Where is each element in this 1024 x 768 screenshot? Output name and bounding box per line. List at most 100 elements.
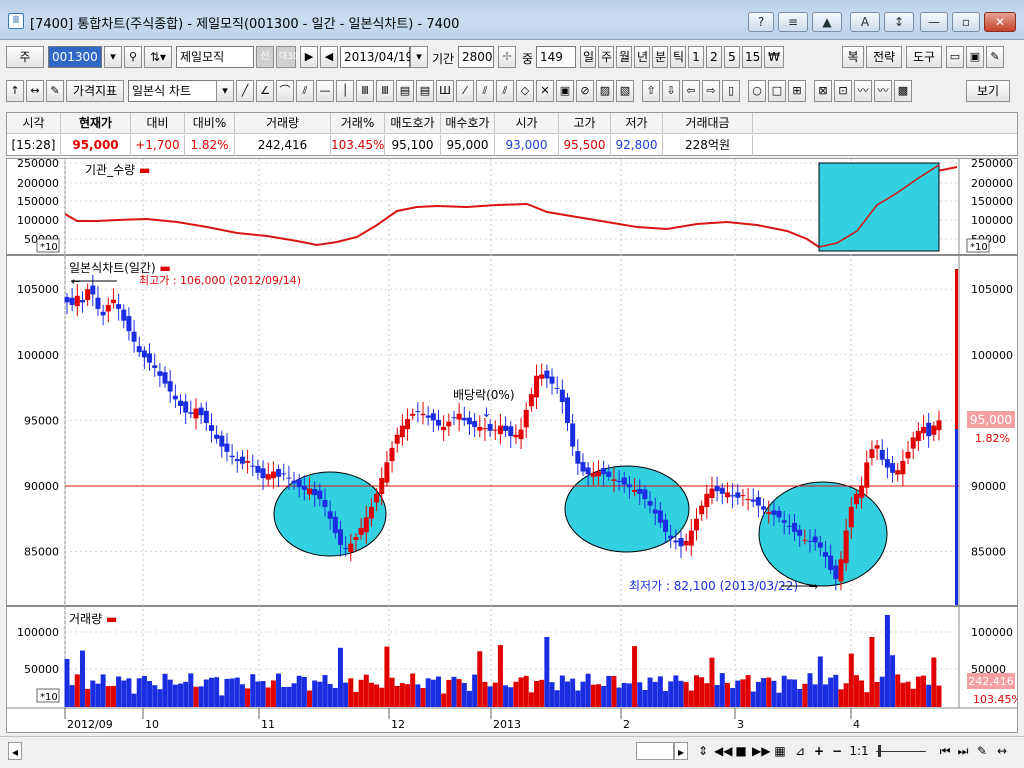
fibo-icon[interactable]: Ⅲ <box>376 80 394 102</box>
volume-bar <box>895 674 901 707</box>
fibo-vertical-icon[interactable]: Ⅲ <box>356 80 374 102</box>
date-input[interactable]: 2013/04/19 <box>340 46 413 68</box>
expand-icon[interactable]: ↔ <box>26 80 44 102</box>
zoom-icon[interactable]: ⊞ <box>788 80 806 102</box>
candle-body <box>208 425 214 431</box>
rewind-icon[interactable]: ◀◀ <box>714 742 732 760</box>
fork-icon[interactable]: Ш <box>436 80 454 102</box>
date-dropdown-icon[interactable]: ▾ <box>410 46 428 68</box>
memo-icon[interactable]: ▯ <box>722 80 740 102</box>
period-input[interactable]: 2800 <box>458 46 494 68</box>
next-arrow-icon[interactable]: ▶ <box>300 46 318 68</box>
prev-arrow-icon[interactable]: ◀ <box>320 46 338 68</box>
folder-icon[interactable]: ▭ <box>946 46 964 68</box>
zoom-out-icon[interactable]: − <box>830 742 844 760</box>
volume-bar <box>110 685 116 707</box>
forward-icon[interactable]: ▶▶ <box>752 742 770 760</box>
code-dropdown-icon[interactable]: ▾ <box>104 46 122 68</box>
close-button[interactable]: ✕ <box>984 12 1016 32</box>
zoom-ratio[interactable]: 1:1 <box>848 742 870 760</box>
minimize-button[interactable]: — <box>920 12 948 32</box>
ray-icon[interactable]: ⁄ <box>456 80 474 102</box>
pin-button[interactable]: ▲ <box>812 12 842 32</box>
grid-icon[interactable]: ▦ <box>772 742 788 760</box>
resize-button[interactable]: ↕ <box>884 12 914 32</box>
color-icon[interactable]: ▣ <box>556 80 574 102</box>
strategy-button[interactable]: 전략 <box>866 46 902 68</box>
interval-button-4[interactable]: 분 <box>652 46 668 68</box>
chart-type-dropdown-icon[interactable]: ▾ <box>216 80 234 102</box>
trendline-icon[interactable]: ╱ <box>236 80 254 102</box>
save-icon[interactable]: ▣ <box>966 46 984 68</box>
interval-button-2[interactable]: 월 <box>616 46 632 68</box>
chart-svg[interactable]: 2012/09 10 11 12 2013 2 3 4 250000 250000 200000 20… <box>7 159 1017 732</box>
angle-icon[interactable]: ∠ <box>256 80 274 102</box>
measure-icon[interactable]: ⊿ <box>792 742 808 760</box>
interval-button-7[interactable]: 2 <box>706 46 722 68</box>
snap-icon[interactable]: ⊡ <box>834 80 852 102</box>
view-button[interactable]: 보기 <box>966 80 1010 102</box>
scroll-track[interactable] <box>636 742 674 760</box>
wave-icon[interactable]: 〰 <box>854 80 872 102</box>
interval-button-10[interactable]: ₩ <box>764 46 784 68</box>
stop-icon[interactable]: ■ <box>734 742 748 760</box>
copy-button[interactable]: 복 <box>842 46 864 68</box>
first-page-icon[interactable]: ⏮ <box>938 742 952 760</box>
pattern-icon[interactable]: ▨ <box>596 80 614 102</box>
rectangle-icon[interactable]: □ <box>768 80 786 102</box>
count-input[interactable]: 149 <box>536 46 576 68</box>
erase-icon[interactable]: ⊘ <box>576 80 594 102</box>
scroll-right-icon[interactable]: ▸ <box>674 742 688 760</box>
diamond-icon[interactable]: ◇ <box>516 80 534 102</box>
arrow-right-icon[interactable]: ⇨ <box>702 80 720 102</box>
maximize-button[interactable]: ▫ <box>952 12 980 32</box>
edit-icon[interactable]: ✎ <box>46 80 64 102</box>
up-icon[interactable]: ↑ <box>6 80 24 102</box>
settings-icon[interactable]: ✎ <box>974 742 990 760</box>
arrow-left-icon[interactable]: ⇦ <box>682 80 700 102</box>
market-type-button[interactable]: 주 <box>6 46 44 68</box>
chart-type-select[interactable]: 일본식 차트 <box>128 80 218 102</box>
stock-code-input[interactable]: 001300 <box>48 46 102 68</box>
zoom-slider[interactable] <box>872 742 930 760</box>
last-page-icon[interactable]: ⏭ <box>956 742 970 760</box>
candle-body <box>755 497 761 506</box>
arrow-down-icon[interactable]: ⇩ <box>662 80 680 102</box>
price-indicator-button[interactable]: 가격지표 <box>66 80 124 102</box>
delete-icon[interactable]: ✕ <box>536 80 554 102</box>
help-button[interactable]: ? <box>748 12 774 32</box>
crosshair-icon[interactable]: ✢ <box>498 46 516 68</box>
interval-button-3[interactable]: 년 <box>634 46 650 68</box>
zoom-in-icon[interactable]: + <box>812 742 826 760</box>
levels-icon[interactable]: ▤ <box>416 80 434 102</box>
grid-icon[interactable]: ▤ <box>396 80 414 102</box>
box-icon[interactable]: ▩ <box>894 80 912 102</box>
tools-button[interactable]: 도구 <box>906 46 942 68</box>
interval-button-6[interactable]: 1 <box>688 46 704 68</box>
scroll-left-icon[interactable]: ◂ <box>8 742 22 760</box>
interval-button-8[interactable]: 5 <box>724 46 740 68</box>
hline-icon[interactable]: — <box>316 80 334 102</box>
channel2-icon[interactable]: ⫽ <box>496 80 514 102</box>
sort-icon[interactable]: ⇅▾ <box>144 46 172 68</box>
split-icon[interactable]: ⇕ <box>696 742 710 760</box>
vline-icon[interactable]: │ <box>336 80 354 102</box>
search-icon[interactable]: ⚲ <box>124 46 142 68</box>
circle-icon[interactable]: ○ <box>748 80 766 102</box>
interval-button-9[interactable]: 15 <box>742 46 762 68</box>
wave2-icon[interactable]: 〰 <box>874 80 892 102</box>
channel-icon[interactable]: ⫽ <box>476 80 494 102</box>
interval-button-0[interactable]: 일 <box>580 46 596 68</box>
font-button[interactable]: A <box>850 12 880 32</box>
interval-button-1[interactable]: 주 <box>598 46 614 68</box>
arc-icon[interactable]: ⌒ <box>276 80 294 102</box>
menu-button[interactable]: ≡ <box>778 12 808 32</box>
chart-area[interactable]: 2012/09 10 11 12 2013 2 3 4 250000 250000 200000 20… <box>6 158 1018 733</box>
pattern2-icon[interactable]: ▧ <box>616 80 634 102</box>
arrow-up-icon[interactable]: ⇧ <box>642 80 660 102</box>
interval-button-5[interactable]: 틱 <box>670 46 686 68</box>
resize-icon[interactable]: ↔ <box>994 742 1010 760</box>
parallel-icon[interactable]: ⫽ <box>296 80 314 102</box>
compare-icon[interactable]: ⊠ <box>814 80 832 102</box>
wrench-icon[interactable]: ✎ <box>986 46 1004 68</box>
